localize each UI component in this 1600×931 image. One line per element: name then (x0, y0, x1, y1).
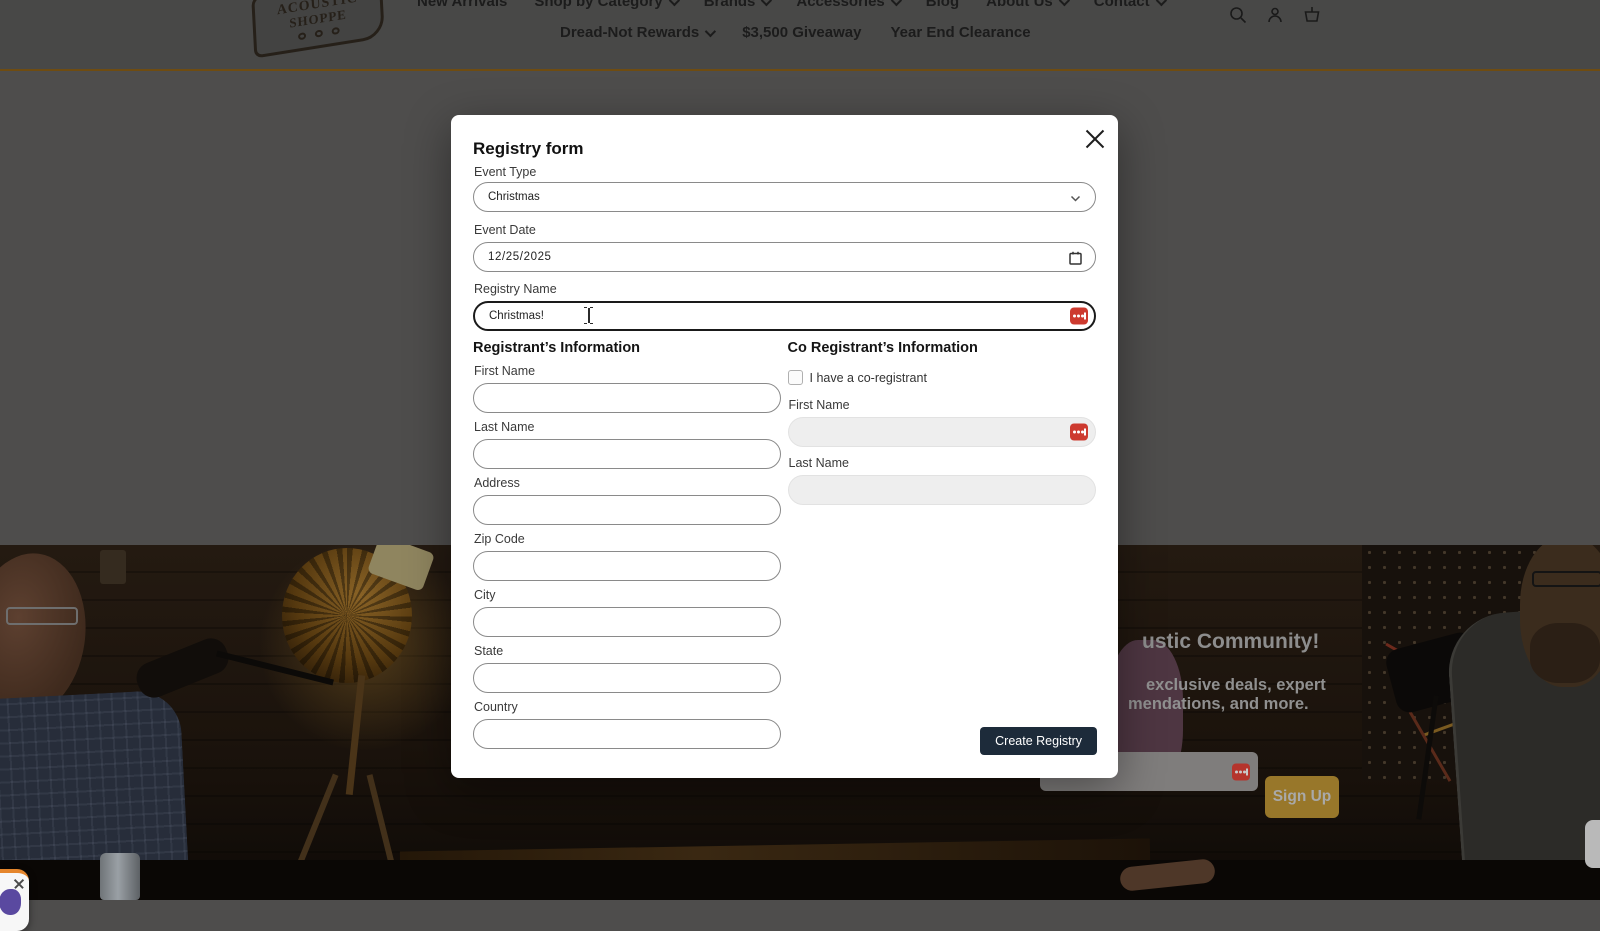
event-type-select[interactable]: Christmas (473, 182, 1096, 212)
chevron-down-icon (1070, 194, 1081, 206)
event-date-input[interactable]: 12/25/2025 (473, 242, 1096, 272)
registry-form-modal: Registry form Event Type Christmas Event… (451, 115, 1118, 778)
text-cursor-pointer (583, 306, 595, 326)
newsletter-signup-button[interactable]: Sign Up (1265, 776, 1339, 818)
state-input[interactable] (473, 663, 781, 693)
cart-icon[interactable] (1302, 5, 1322, 25)
chevron-down-icon (668, 0, 679, 6)
nav-accessories[interactable]: Accessories (796, 0, 898, 10)
password-manager-icon[interactable] (1070, 308, 1088, 325)
registrant-section: Registrant’s Information First Name Last… (473, 340, 781, 749)
photo-tumbler-cup (100, 853, 140, 900)
close-icon[interactable] (13, 878, 25, 890)
promo-popup[interactable] (0, 869, 29, 931)
nav-dread-not-rewards[interactable]: Dread-Not Rewards (560, 24, 713, 41)
co-registrant-checkbox[interactable] (788, 370, 803, 385)
close-icon[interactable] (1084, 128, 1106, 150)
main-nav: New Arrivals Shop by Category Brands Acc… (417, 0, 1164, 10)
nav-about-us[interactable]: About Us (986, 0, 1067, 10)
country-input[interactable] (473, 719, 781, 749)
country-label: Country (474, 700, 781, 715)
hero-subtext-line2: mendations, and more. (1128, 695, 1309, 714)
nav-giveaway[interactable]: $3,500 Giveaway (742, 24, 861, 41)
address-input[interactable] (473, 495, 781, 525)
hero-subtext-line1: exclusive deals, expert (1146, 676, 1326, 695)
photo-phone (1585, 820, 1600, 868)
chevron-down-icon (1059, 0, 1070, 6)
registrant-heading: Registrant’s Information (473, 340, 781, 357)
event-date-label: Event Date (474, 223, 1096, 238)
account-icon[interactable] (1265, 5, 1285, 25)
password-manager-icon[interactable] (1070, 424, 1088, 441)
address-label: Address (474, 476, 781, 491)
co-registrant-heading: Co Registrant’s Information (788, 340, 1097, 357)
photo-right-person-glasses (1532, 571, 1600, 587)
chevron-down-icon (705, 25, 716, 36)
nav-blog[interactable]: Blog (926, 0, 959, 10)
promo-popup-graphic (0, 889, 21, 915)
zip-code-input[interactable] (473, 551, 781, 581)
city-label: City (474, 588, 781, 603)
photo-microphone (132, 634, 234, 703)
nav-brands[interactable]: Brands (704, 0, 770, 10)
co-last-name-input (788, 475, 1097, 505)
first-name-input[interactable] (473, 383, 781, 413)
photo-right-person-beard (1530, 623, 1600, 683)
city-input[interactable] (473, 607, 781, 637)
calendar-icon[interactable] (1069, 251, 1082, 268)
co-registrant-section: Co Registrant’s Information I have a co-… (788, 340, 1097, 749)
zip-code-label: Zip Code (474, 532, 781, 547)
nav-shop-by-category[interactable]: Shop by Category (534, 0, 676, 10)
logo-tuner-dots (298, 26, 340, 40)
chevron-down-icon (761, 0, 772, 6)
secondary-nav: Dread-Not Rewards $3,500 Giveaway Year E… (560, 24, 1031, 41)
co-first-name-input (788, 417, 1097, 447)
last-name-input[interactable] (473, 439, 781, 469)
event-type-label: Event Type (474, 165, 1096, 180)
store-logo[interactable]: Acoustic Shoppe (251, 0, 385, 58)
nav-contact[interactable]: Contact (1094, 0, 1164, 10)
state-label: State (474, 644, 781, 659)
photo-desk (0, 860, 1600, 900)
photo-left-person-glasses (6, 607, 78, 625)
create-registry-button[interactable]: Create Registry (980, 727, 1097, 755)
co-last-name-label: Last Name (789, 456, 1097, 471)
co-registrant-checkbox-label: I have a co-registrant (810, 371, 927, 385)
event-date-value: 12/25/2025 (488, 251, 552, 263)
nav-year-end-clearance[interactable]: Year End Clearance (890, 24, 1030, 41)
password-manager-icon[interactable] (1232, 763, 1250, 780)
chevron-down-icon (891, 0, 902, 6)
modal-title: Registry form (473, 139, 1096, 159)
co-first-name-label: First Name (789, 398, 1097, 413)
nav-new-arrivals[interactable]: New Arrivals (417, 0, 507, 10)
photo-wall-outlet (100, 550, 126, 584)
first-name-label: First Name (474, 364, 781, 379)
site-header: Acoustic Shoppe New Arrivals Shop by Cat… (0, 0, 1600, 71)
hero-heading-fragment: ustic Community! (1142, 630, 1319, 654)
registry-name-input[interactable] (473, 301, 1096, 331)
last-name-label: Last Name (474, 420, 781, 435)
registry-name-label: Registry Name (474, 282, 1096, 297)
event-type-value: Christmas (488, 191, 540, 203)
chevron-down-icon (1155, 0, 1166, 6)
search-icon[interactable] (1228, 5, 1248, 25)
